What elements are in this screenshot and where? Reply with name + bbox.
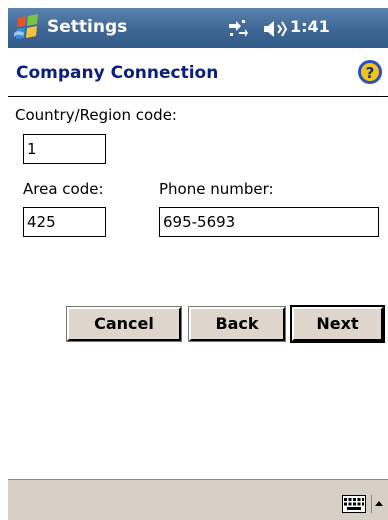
title-bar: Settings 1:41 bbox=[8, 8, 388, 48]
app-title[interactable]: Settings bbox=[47, 17, 127, 37]
page-header: Company Connection ? bbox=[8, 48, 388, 97]
page-title: Company Connection bbox=[16, 63, 219, 83]
country-region-code-label: Country/Region code: bbox=[15, 106, 177, 124]
help-question-icon[interactable]: ? bbox=[357, 59, 383, 85]
input-panel-arrow-icon[interactable] bbox=[371, 495, 385, 513]
next-button[interactable]: Next bbox=[290, 305, 385, 343]
command-bar bbox=[8, 479, 388, 520]
area-code-field[interactable]: 425 bbox=[23, 207, 106, 237]
phone-number-label: Phone number: bbox=[159, 180, 274, 198]
area-code-label: Area code: bbox=[23, 180, 104, 198]
phone-number-field[interactable]: 695-5693 bbox=[159, 207, 379, 237]
speaker-icon[interactable] bbox=[262, 19, 288, 39]
country-region-code-field[interactable]: 1 bbox=[23, 134, 106, 164]
cancel-button[interactable]: Cancel bbox=[66, 306, 182, 342]
screen: Settings 1:41 Company Connection ? Count… bbox=[8, 8, 388, 520]
clock[interactable]: 1:41 bbox=[290, 17, 330, 36]
device-frame: Settings 1:41 Company Connection ? Count… bbox=[0, 0, 388, 520]
back-button[interactable]: Back bbox=[188, 306, 286, 342]
keyboard-icon[interactable] bbox=[342, 495, 366, 513]
windows-start-flag-icon[interactable] bbox=[12, 13, 43, 43]
svg-text:?: ? bbox=[366, 64, 375, 82]
connectivity-icon[interactable] bbox=[227, 18, 249, 39]
